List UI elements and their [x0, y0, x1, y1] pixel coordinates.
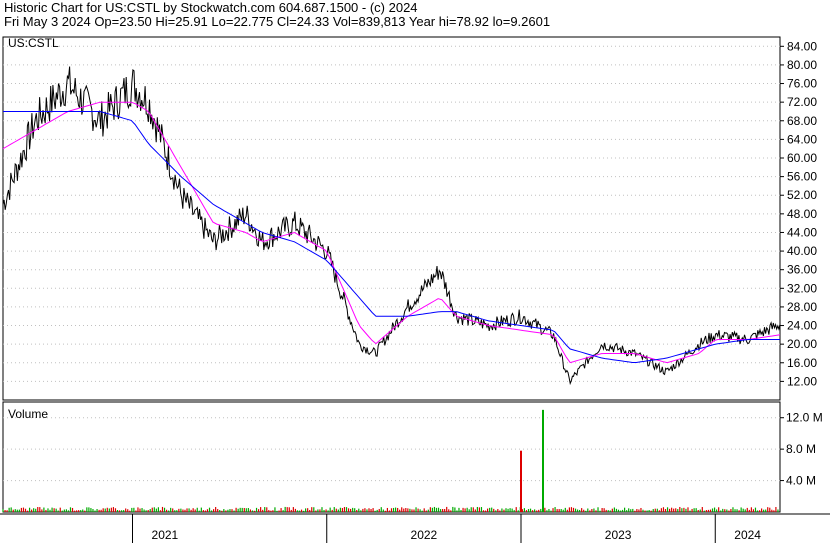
symbol-label: US:CSTL: [8, 36, 59, 50]
price-tick-label: 36.00: [787, 263, 817, 277]
price-tick-label: 76.00: [787, 77, 817, 91]
price-tick-label: 48.00: [787, 207, 817, 221]
price-tick-label: 16.00: [787, 356, 817, 370]
price-tick-label: 32.00: [787, 281, 817, 295]
price-tick-label: 84.00: [787, 39, 817, 53]
price-tick-label: 56.00: [787, 170, 817, 184]
x-tick-label: 2024: [734, 528, 761, 542]
volume-label: Volume: [8, 407, 48, 421]
price-tick-label: 60.00: [787, 151, 817, 165]
price-tick-label: 72.00: [787, 95, 817, 109]
price-tick-label: 12.00: [787, 374, 817, 388]
volume-tick-label: 4.0 M: [786, 474, 816, 488]
price-tick-label: 24.00: [787, 319, 817, 333]
x-tick-label: 2021: [152, 528, 179, 542]
price-panel-frame: [2, 36, 781, 401]
x-tick-label: 2022: [411, 528, 438, 542]
price-tick-label: 20.00: [787, 337, 817, 351]
price-tick-label: 68.00: [787, 114, 817, 128]
x-tick-label: 2023: [605, 528, 632, 542]
volume-panel-frame: [2, 401, 781, 513]
stock-chart: 84.00 80.00 76.00 72.00 68.00 64.00 60.00 56.00…: [0, 36, 830, 543]
price-tick-label: 52.00: [787, 188, 817, 202]
price-tick-label: 44.00: [787, 225, 817, 239]
volume-tick-label: 12.0 M: [786, 411, 823, 425]
price-tick-label: 40.00: [787, 244, 817, 258]
series-ma_long: [3, 111, 780, 363]
price-tick-label: 80.00: [787, 58, 817, 72]
price-tick-label: 28.00: [787, 300, 817, 314]
volume-tick-label: 8.0 M: [786, 442, 816, 456]
price-tick-label: 64.00: [787, 132, 817, 146]
series-price: [2, 66, 781, 386]
